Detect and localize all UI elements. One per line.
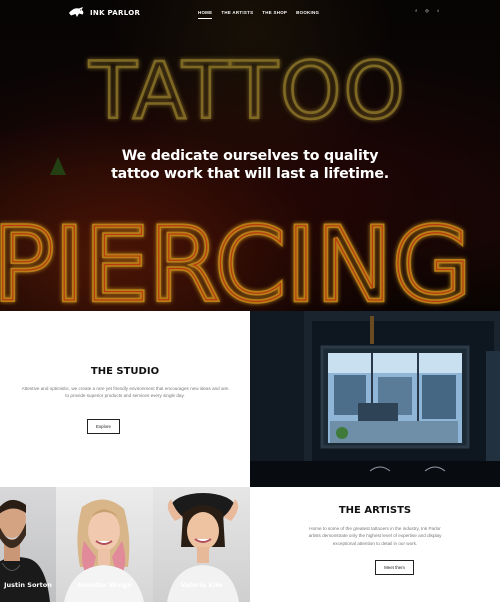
artist-name: Annette Wingo <box>77 581 132 589</box>
shop-storefront-image <box>250 311 500 487</box>
artists-description: Home to some of the greatest tattooers i… <box>308 526 442 546</box>
artist-card-annette[interactable]: Annette Wingo <box>56 487 153 602</box>
social-links: f ◎ t <box>414 9 440 13</box>
studio-section: THE STUDIO Attentive and optimistic, we … <box>0 311 250 487</box>
artist-card-justin[interactable]: Justin Sorton <box>0 487 56 602</box>
brand-logo[interactable]: INK PARLOR <box>68 6 140 19</box>
instagram-icon[interactable]: ◎ <box>425 9 429 13</box>
artists-title: THE ARTISTS <box>338 505 412 516</box>
main-nav: HOME THE ARTISTS THE SHOP BOOKING <box>198 10 319 19</box>
top-nav-bar: INK PARLOR HOME THE ARTISTS THE SHOP BOO… <box>0 0 500 28</box>
tumblr-icon[interactable]: t <box>436 9 440 13</box>
artist-name: Valerie Kim <box>180 581 223 589</box>
studio-title: THE STUDIO <box>90 366 160 377</box>
artists-photo-strip: Justin Sorton Annette Wingo Valerie Kim <box>0 487 250 602</box>
artist-card-valerie[interactable]: Valerie Kim <box>153 487 250 602</box>
hero-section: TATTOO PIERCING PIERCING INK PARLOR HOME… <box>0 0 500 311</box>
eagle-logo-icon <box>69 7 84 17</box>
nav-the-shop[interactable]: THE SHOP <box>262 10 287 15</box>
artists-section: THE ARTISTS Home to some of the greatest… <box>250 487 500 602</box>
nav-booking[interactable]: BOOKING <box>296 10 319 15</box>
nav-home[interactable]: HOME <box>198 10 213 19</box>
artist-name: Justin Sorton <box>4 581 52 589</box>
nav-the-artists[interactable]: THE ARTISTS <box>221 10 253 15</box>
brand-name: INK PARLOR <box>90 8 141 17</box>
facebook-icon[interactable]: f <box>414 9 418 13</box>
studio-description: Attentive and optimistic, we create a ra… <box>21 386 229 399</box>
meet-them-button[interactable]: Meet them <box>375 560 414 575</box>
hero-headline: We dedicate ourselves to quality tattoo … <box>111 148 389 182</box>
explore-button[interactable]: Explore <box>87 419 120 434</box>
